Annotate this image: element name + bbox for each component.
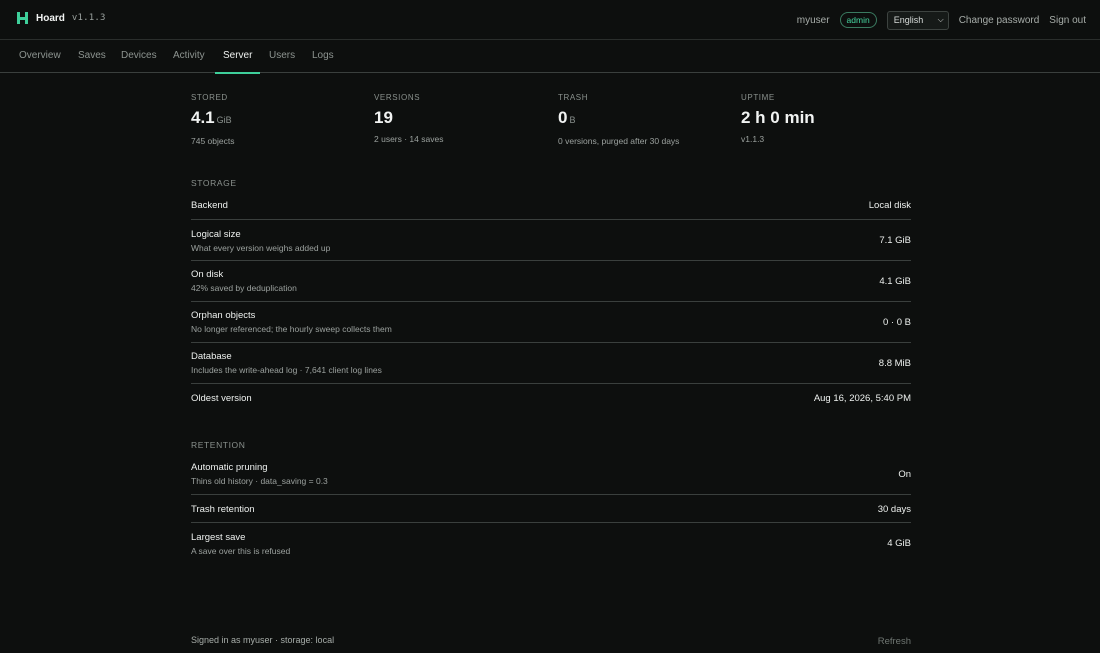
stat-label: VERSIONS: [374, 93, 421, 102]
row-title: Logical size: [191, 229, 241, 240]
row-sub: What every version weighs added up: [191, 243, 331, 253]
chevron-down-icon: ⌵: [937, 15, 944, 24]
storage-row-database: Database Includes the write-ahead log · …: [191, 343, 911, 384]
tab-saves[interactable]: Saves: [78, 40, 106, 73]
retention-row-automatic-pruning: Automatic pruning Thins old history · da…: [191, 454, 911, 495]
row-value: 30 days: [877, 504, 911, 515]
stat-versions: VERSIONS 19 2 users · 14 saves: [374, 93, 554, 144]
tab-server[interactable]: Server: [214, 40, 262, 74]
row-sub: A save over this is refused: [191, 546, 291, 556]
row-value: 8.8 MiB: [878, 358, 911, 369]
tab-devices[interactable]: Devices: [121, 40, 157, 73]
storage-row-oldest-version: Oldest version Aug 16, 2026, 5:40 PM: [191, 384, 911, 414]
tab-logs[interactable]: Logs: [312, 40, 334, 73]
role-badge: admin: [839, 12, 877, 28]
storage-row-orphan-objects: Orphan objects No longer referenced; the…: [191, 302, 911, 343]
storage-section-label: STORAGE: [191, 178, 237, 188]
row-value: 4 GiB: [887, 538, 911, 549]
stat-stored: STORED 4.1 GiB 745 objects: [191, 93, 371, 146]
stat-label: TRASH: [558, 93, 589, 102]
row-value: 4.1 GiB: [879, 276, 911, 287]
stat-sub: 0 versions, purged after 30 days: [558, 136, 680, 146]
stat-sub: v1.1.3: [741, 134, 765, 144]
row-value: 7.1 GiB: [879, 235, 911, 246]
stat-trash: TRASH 0B 0 versions, purged after 30 day…: [558, 93, 738, 146]
tab-activity[interactable]: Activity: [173, 40, 205, 73]
row-sub: No longer referenced; the hourly sweep c…: [191, 324, 392, 334]
top-bar: Hoard v1.1.3 myuser admin English ⌵ Chan…: [0, 0, 1100, 40]
storage-row-backend: Backend Local disk: [191, 191, 911, 220]
storage-row-logical-size: Logical size What every version weighs a…: [191, 220, 911, 261]
user-menu: myuser admin English ⌵ Change password S…: [797, 10, 1086, 30]
refresh-button[interactable]: Refresh: [878, 636, 911, 647]
stat-value: 4.1 GiB: [191, 108, 232, 127]
row-title: Database: [191, 351, 232, 362]
stat-sub: 2 users · 14 saves: [374, 134, 444, 144]
language-selected: English: [893, 15, 924, 25]
row-value: Local disk: [868, 200, 911, 211]
brand[interactable]: Hoard v1.1.3: [17, 12, 106, 24]
stat-sub: 745 objects: [191, 136, 235, 146]
stat-label: STORED: [191, 93, 228, 102]
sign-out-link[interactable]: Sign out: [1049, 15, 1086, 26]
language-select[interactable]: English ⌵: [886, 10, 949, 30]
storage-row-on-disk: On disk 42% saved by deduplication 4.1 G…: [191, 261, 911, 302]
retention-row-largest-save: Largest save A save over this is refused…: [191, 523, 911, 564]
tab-overview[interactable]: Overview: [19, 40, 61, 73]
hoard-logo-icon: [17, 12, 28, 24]
tab-users[interactable]: Users: [269, 40, 295, 73]
row-sub: 42% saved by deduplication: [191, 283, 297, 293]
row-title: Automatic pruning: [191, 462, 268, 473]
stat-value: 0B: [558, 108, 576, 127]
row-value: 0 · 0 B: [883, 317, 911, 328]
app-name: Hoard: [36, 12, 65, 24]
row-value: Aug 16, 2026, 5:40 PM: [813, 393, 911, 404]
stat-label: UPTIME: [741, 93, 775, 102]
footer-status: Signed in as myuser · storage: local: [191, 635, 335, 645]
row-title: Orphan objects: [191, 310, 256, 321]
row-title: Oldest version: [191, 393, 252, 404]
retention-section-label: RETENTION: [191, 440, 246, 450]
nav-tabs: Overview Saves Devices Activity Server U…: [0, 40, 1100, 74]
change-password-link[interactable]: Change password: [959, 15, 1040, 26]
row-title: Trash retention: [191, 504, 255, 515]
app-version: v1.1.3: [71, 13, 106, 23]
retention-row-trash-retention: Trash retention 30 days: [191, 495, 911, 523]
stat-value: 2 h 0 min: [741, 108, 815, 127]
row-value: On: [898, 469, 911, 480]
row-sub: Includes the write-ahead log · 7,641 cli…: [191, 365, 382, 375]
stat-uptime: UPTIME 2 h 0 min v1.1.3: [741, 93, 921, 144]
row-title: On disk: [191, 269, 224, 280]
row-sub: Thins old history · data_saving = 0.3: [191, 476, 328, 486]
username: myuser: [796, 14, 830, 26]
stat-value: 19: [374, 108, 393, 127]
row-title: Backend: [191, 200, 228, 211]
row-title: Largest save: [191, 532, 246, 543]
